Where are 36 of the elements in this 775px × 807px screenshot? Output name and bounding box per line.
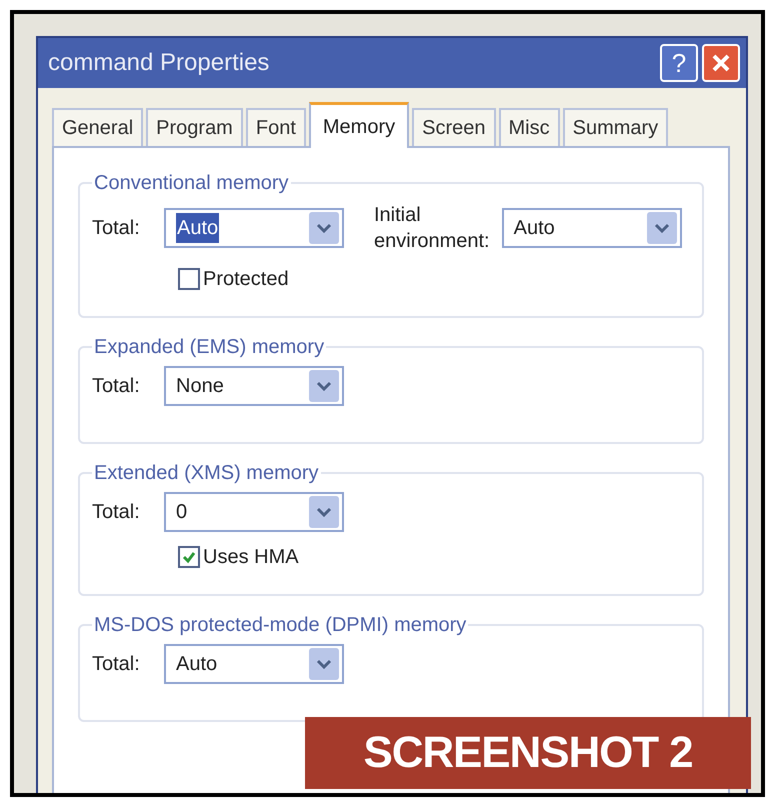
field-label: Total: — [92, 216, 141, 241]
caption-label: SCREENSHOT 2 — [305, 717, 751, 789]
tab[interactable]: Misc — [498, 108, 560, 146]
close-button[interactable] — [702, 44, 740, 82]
dropdown[interactable]: Auto — [164, 644, 344, 684]
tab[interactable]: General — [52, 108, 144, 146]
checkbox-label: Uses HMA — [203, 545, 299, 570]
checkbox[interactable] — [178, 546, 200, 568]
group-title: MS-DOS protected-mode (DPMI) memory — [93, 613, 468, 638]
group-title: Conventional memory — [93, 171, 290, 196]
dropdown[interactable]: Auto — [502, 208, 682, 248]
group-title: Extended (XMS) memory — [93, 461, 320, 486]
window-title: command Properties — [48, 48, 270, 78]
dropdown-value: Auto — [176, 652, 218, 677]
dropdown-value: None — [176, 374, 224, 399]
tab[interactable]: Screen — [412, 108, 496, 146]
field-label: Initial environment: — [374, 203, 490, 254]
dropdown-value: 0 — [176, 500, 188, 525]
dropdown[interactable]: 0 — [164, 492, 344, 532]
dropdown[interactable]: None — [164, 366, 344, 406]
checkbox[interactable] — [178, 268, 200, 290]
tab[interactable]: Program — [146, 108, 243, 146]
field-label: Total: — [92, 500, 141, 525]
checkmark-icon — [182, 550, 196, 564]
tab[interactable]: Memory — [308, 102, 410, 148]
help-button[interactable]: ? — [660, 44, 698, 82]
checkbox-label: Protected — [203, 267, 289, 292]
field-label: Total: — [92, 374, 141, 399]
close-icon — [711, 53, 731, 73]
dropdown[interactable]: Auto — [164, 208, 344, 248]
dropdown-value: Auto — [514, 216, 555, 241]
group-title: Expanded (EMS) memory — [93, 335, 326, 360]
tab[interactable]: Summary — [562, 108, 668, 146]
field-label: Total: — [92, 652, 141, 677]
tab[interactable]: Font — [246, 108, 306, 146]
dropdown-value: Auto — [176, 213, 220, 243]
